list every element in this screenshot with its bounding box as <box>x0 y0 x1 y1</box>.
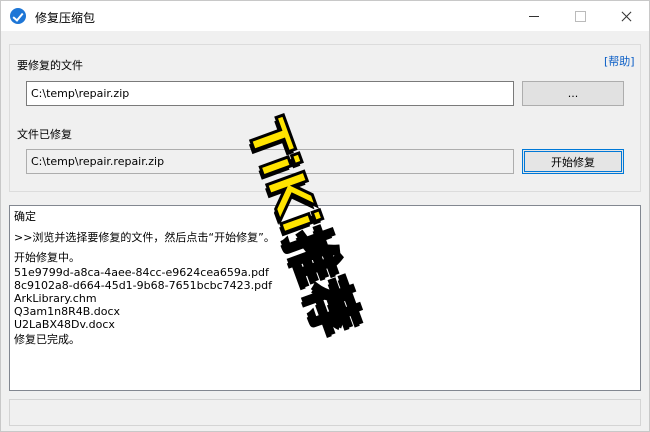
log-line: ArkLibrary.chm <box>14 292 97 305</box>
help-link[interactable]: [帮助] <box>604 53 635 69</box>
close-icon[interactable] <box>603 1 649 31</box>
log-line: 8c9102a8-d664-45d1-9b68-7651bcbc7423.pdf <box>14 279 272 292</box>
log-line: 修复已完成。 <box>14 333 80 346</box>
log-line: U2LaBX48Dv.docx <box>14 318 115 331</box>
minimize-icon[interactable] <box>511 1 557 31</box>
app-logo-icon <box>10 8 26 24</box>
maximize-icon <box>557 1 603 31</box>
log-line: Q3am1n8R4B.docx <box>14 305 121 318</box>
log-line: 开始修复中。 <box>14 251 80 264</box>
repair-archive-window: 修复压缩包 要修复的文件 [帮助] C:\temp\repair.zip ...… <box>0 0 650 432</box>
source-file-label: 要修复的文件 <box>17 59 83 72</box>
status-bar <box>9 399 641 426</box>
output-file-field: C:\temp\repair.repair.zip <box>26 149 514 174</box>
start-repair-button[interactable]: 开始修复 <box>522 149 624 174</box>
source-file-input[interactable]: C:\temp\repair.zip <box>26 81 514 106</box>
browse-button[interactable]: ... <box>522 81 624 106</box>
log-line: 确定 <box>14 210 36 223</box>
title-bar[interactable]: 修复压缩包 <box>1 1 649 31</box>
output-file-label: 文件已修复 <box>17 128 72 141</box>
log-line: 51e9799d-a8ca-4aee-84cc-e9624cea659a.pdf <box>14 266 269 279</box>
window-title: 修复压缩包 <box>35 11 96 25</box>
log-output[interactable]: 确定 >>浏览并选择要修复的文件，然后点击“开始修复”。 开始修复中。 51e9… <box>9 205 641 391</box>
log-line: >>浏览并选择要修复的文件，然后点击“开始修复”。 <box>14 231 275 244</box>
